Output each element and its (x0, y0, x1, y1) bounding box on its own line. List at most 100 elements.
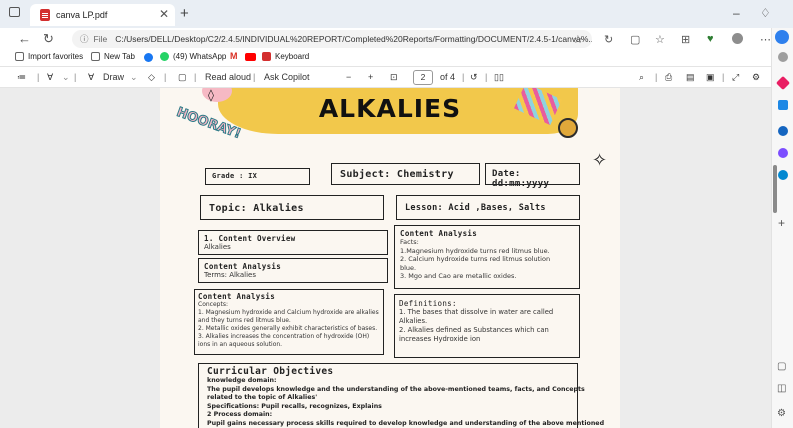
search-sidebar-icon[interactable] (778, 52, 788, 62)
back-icon[interactable]: ← (18, 31, 31, 46)
definition-line: 1. The bases that dissolve in water are … (399, 308, 554, 316)
facts-line: 2. Calcium hydroxide turns red litmus so… (400, 255, 551, 263)
divider: | (253, 72, 256, 82)
zoom-in-icon[interactable]: + (368, 72, 373, 82)
concepts-line: and they turns red litmus blue. (198, 317, 291, 324)
definitions-title: Definitions: (399, 299, 457, 308)
divider: | (655, 72, 658, 82)
sidebar-panel-icon[interactable]: ▢ (777, 361, 786, 372)
youtube-icon[interactable] (245, 53, 256, 61)
lesson-box: Lesson: Acid ,Bases, Salts (396, 195, 580, 220)
restore-icon[interactable]: ♢ (760, 6, 771, 20)
pdf-viewer[interactable]: ◊ ALKALIES HOORAY! ✧ Grade : IX Subject:… (0, 88, 771, 428)
highlight-icon[interactable]: ∀ (47, 72, 53, 83)
favorites-icon[interactable]: ☆ (655, 33, 665, 46)
edge-sidebar: + ▢ ◫ ⚙ (771, 28, 793, 428)
search-icon[interactable]: ⌕ (639, 72, 644, 83)
analysis-title: Content Analysis (204, 262, 282, 271)
tab-actions-icon[interactable] (9, 7, 20, 17)
more-options-icon[interactable]: ⋯ (760, 33, 771, 46)
ask-copilot-button[interactable]: Ask Copilot (264, 72, 310, 82)
whatsapp-icon (160, 52, 169, 61)
print-icon[interactable]: ⎙ (665, 72, 672, 83)
divider: | (462, 72, 465, 82)
minimize-icon[interactable]: – (733, 6, 740, 20)
shopping-icon[interactable] (775, 75, 791, 91)
copilot-icon[interactable] (775, 30, 789, 44)
rotate-icon[interactable]: ↺ (470, 72, 478, 83)
browser-essentials-icon[interactable]: ♥ (707, 33, 714, 45)
favorite-star-icon[interactable]: ☆ (573, 33, 583, 46)
page-number-input[interactable]: 2 (413, 70, 433, 85)
topic-box: Topic: Alkalies (200, 195, 384, 220)
analysis-terms-text: Terms: Alkalies (204, 271, 256, 279)
import-icon (15, 52, 24, 61)
favorites-bar: Import favorites New Tab (49) WhatsApp M… (0, 50, 793, 66)
subject-box: Subject: Chemistry (331, 163, 480, 185)
star-sparkle-icon: ✧ (592, 150, 608, 171)
concepts-line: 3. Alkalies increases the concentration … (198, 333, 370, 340)
analysis-title: Content Analysis (198, 292, 276, 301)
avatar[interactable] (732, 33, 743, 44)
save-as-icon[interactable]: ▣ (706, 72, 715, 83)
content-analysis-concepts-box: Content Analysis Concepts: 1. Magnesium … (194, 289, 384, 355)
fav-label: Keyboard (275, 52, 310, 61)
tab-active[interactable]: canva LP.pdf ✕ (30, 4, 175, 26)
definition-line: 2. Alkalies defined as Substances which … (399, 326, 549, 334)
import-favorites-link[interactable]: Import favorites (15, 52, 83, 61)
sidebar-settings-icon[interactable]: ⚙ (777, 408, 786, 419)
content-overview-box: 1. Content Overview Alkalies (198, 230, 388, 255)
facts-line: blue. (400, 263, 417, 272)
split-screen-icon[interactable]: ▢ (630, 33, 640, 46)
add-sidebar-icon[interactable]: + (778, 216, 785, 230)
facebook-icon[interactable] (144, 53, 153, 62)
zoom-out-icon[interactable]: − (346, 72, 351, 82)
content-analysis-facts-box: Content Analysis Facts: 1.Magnesium hydr… (394, 225, 580, 289)
extension-icon[interactable]: ↻ (604, 33, 613, 46)
new-tab-icon[interactable]: + (180, 5, 189, 22)
page-view-icon[interactable]: ▯▯ (494, 72, 504, 83)
keyboard-link[interactable]: Keyboard (262, 52, 309, 61)
collections-icon[interactable]: ⊞ (681, 33, 690, 46)
refresh-icon[interactable]: ↻ (43, 31, 54, 47)
whatsapp-link[interactable]: (49) WhatsApp (160, 52, 226, 61)
chevron-down-icon[interactable]: ⌄ (130, 72, 138, 83)
objective-line: 2 Process domain: (207, 411, 273, 419)
concepts-line: 2. Metallic oxides generally exhibit cha… (198, 325, 378, 332)
erase-icon[interactable]: ◇ (148, 72, 155, 83)
curricular-objectives-box: Curricular Objectives knowledge domain: … (198, 363, 605, 428)
grade-box: Grade : IX (205, 168, 310, 185)
fav-label: (49) WhatsApp (173, 52, 227, 61)
overview-title: 1. Content Overview (204, 234, 296, 243)
gmail-icon[interactable]: M (230, 51, 238, 61)
concepts-line: ions in an aqueous solution. (198, 341, 283, 348)
pdf-toolbar: ≔ | ∀ ⌄ | ∀ Draw ⌄ ◇ | ▢ | Read aloud | … (0, 66, 785, 88)
chevron-down-icon[interactable]: ⌄ (62, 72, 70, 83)
address-bar: ← ↻ ⓘ File C:/Users/DELL/Desktop/C2/2.4.… (0, 28, 793, 50)
games-icon[interactable] (778, 148, 788, 158)
draw-icon[interactable]: ∀ (88, 72, 94, 83)
hide-sidebar-icon[interactable]: ◫ (777, 383, 786, 394)
contents-icon[interactable]: ≔ (17, 72, 26, 83)
objective-line: knowledge domain: (207, 377, 277, 384)
outlook-icon[interactable] (778, 126, 788, 136)
divider: | (37, 72, 40, 82)
fit-page-icon[interactable]: ⊡ (390, 72, 398, 83)
objective-line: Pupil gains necessary process skills req… (207, 419, 605, 427)
close-tab-icon[interactable]: ✕ (159, 7, 169, 21)
save-icon[interactable]: ▤ (686, 72, 695, 83)
new-tab-link[interactable]: New Tab (91, 52, 135, 61)
date-box: Date: dd:mm:yyyy (485, 163, 580, 189)
draw-button[interactable]: Draw (103, 72, 124, 82)
settings-gear-icon[interactable]: ⚙ (752, 72, 760, 83)
fullscreen-icon[interactable]: ⤢ (732, 72, 739, 83)
tab-bar: canva LP.pdf ✕ + – ♢ (0, 0, 793, 28)
url-field[interactable]: ⓘ File C:/Users/DELL/Desktop/C2/2.4.5/IN… (72, 30, 592, 48)
read-aloud-button[interactable]: Read aloud (205, 72, 251, 82)
facts-line: Facts: (400, 238, 419, 246)
tools-icon[interactable] (778, 100, 788, 110)
info-icon[interactable]: ⓘ (80, 33, 89, 45)
office-icon[interactable] (778, 170, 788, 180)
scrollbar-thumb[interactable] (773, 165, 777, 213)
text-icon[interactable]: ▢ (178, 72, 187, 83)
